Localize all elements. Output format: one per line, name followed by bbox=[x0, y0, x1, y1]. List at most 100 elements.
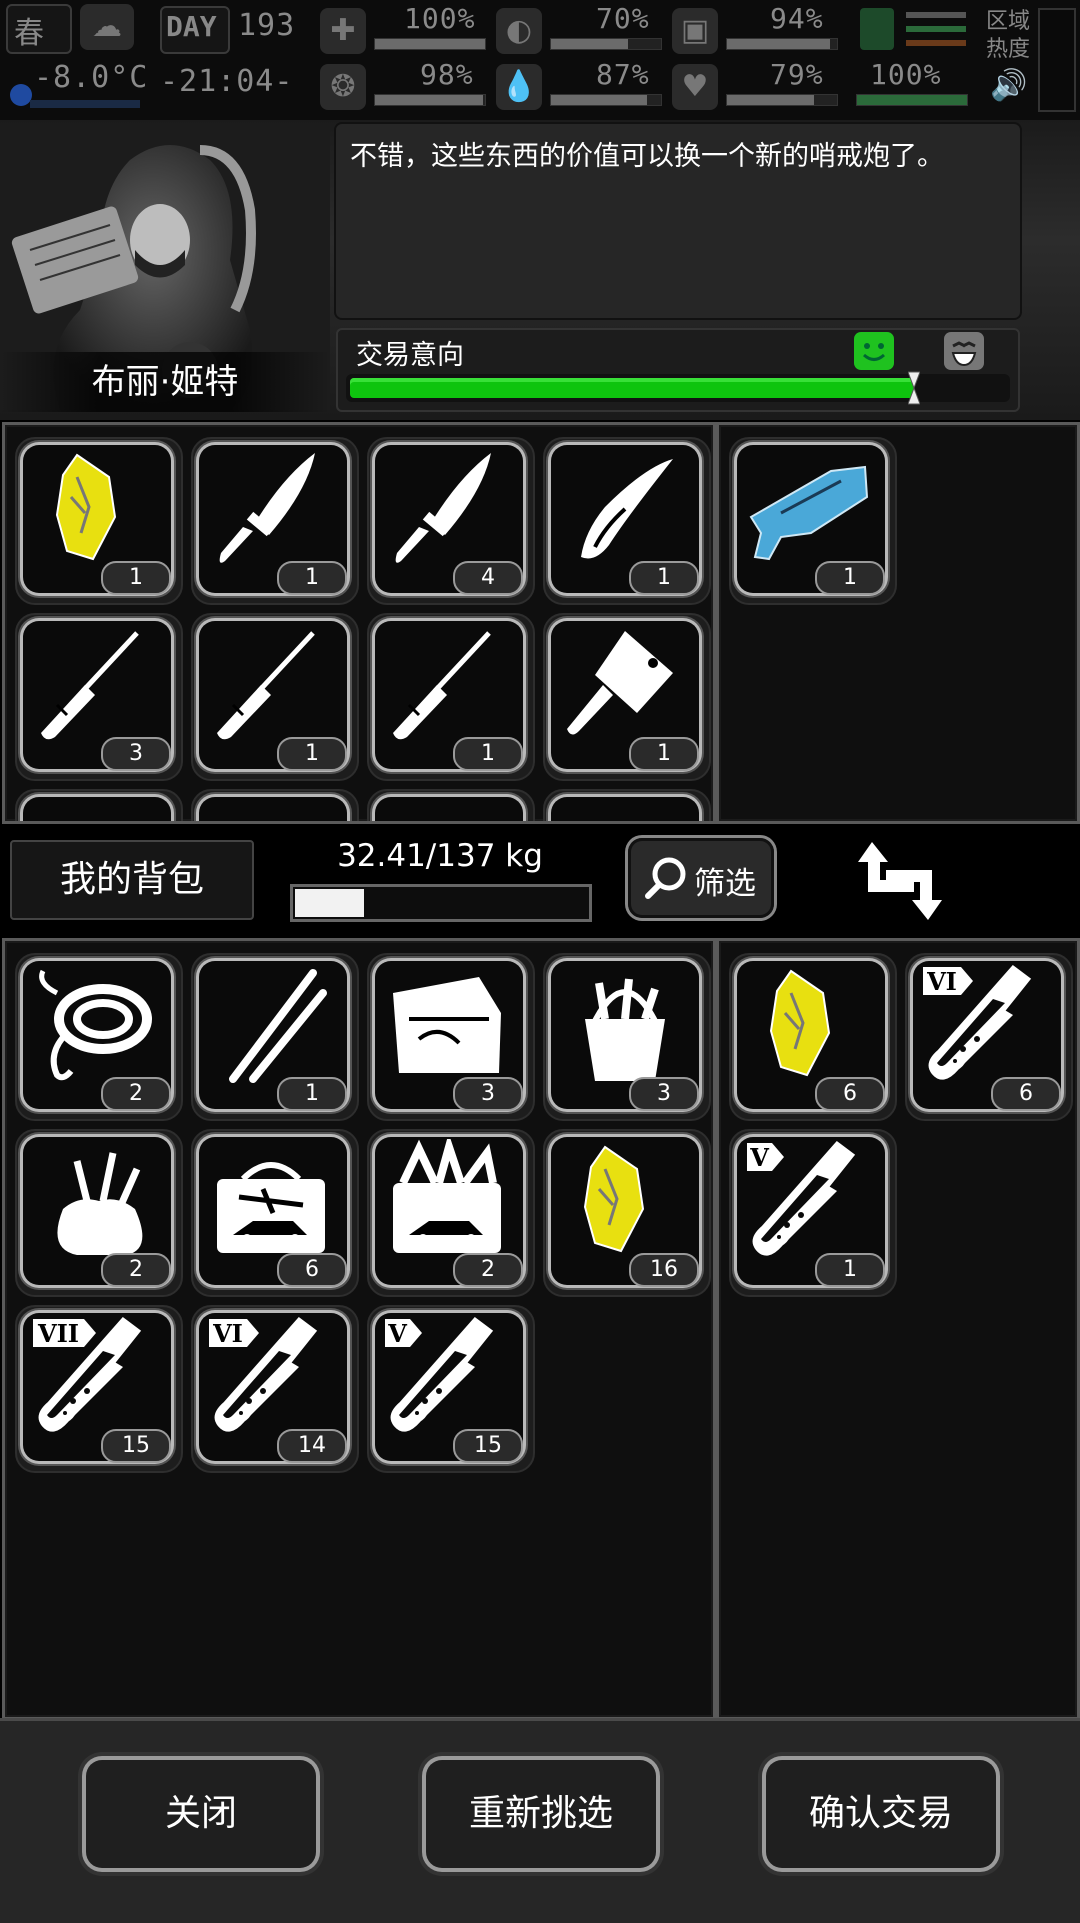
item-slot[interactable]: 3 bbox=[543, 953, 711, 1121]
day-box: DAY bbox=[160, 6, 230, 54]
item-slot[interactable]: 1 bbox=[15, 437, 183, 605]
stomach-bar bbox=[550, 38, 662, 50]
day-number: 193 bbox=[238, 8, 296, 43]
item-count: 1 bbox=[815, 1253, 885, 1287]
item-slot[interactable]: VI 6 bbox=[905, 953, 1073, 1121]
item-count: 2 bbox=[101, 1077, 171, 1111]
stamina-icon: ▣ bbox=[672, 8, 718, 54]
tier-vi-label: VI bbox=[209, 1319, 259, 1348]
item-count: 1 bbox=[629, 737, 699, 771]
boot-icon bbox=[860, 8, 894, 50]
item-slot[interactable]: 6 bbox=[191, 1129, 359, 1297]
item-slot-partial[interactable] bbox=[191, 789, 359, 821]
trader-offer-panel[interactable]: 1 bbox=[716, 422, 1080, 824]
gold-nugget-icon bbox=[769, 969, 831, 1077]
stomach-icon: ◐ bbox=[496, 8, 542, 54]
item-slot[interactable]: 3 bbox=[15, 613, 183, 781]
item-slot[interactable]: 2 bbox=[367, 1129, 535, 1297]
tool-sack-icon bbox=[57, 1152, 143, 1255]
item-slot[interactable]: 2 bbox=[15, 1129, 183, 1297]
zone-heat-label: 区域 热度 bbox=[986, 9, 1031, 62]
close-button[interactable]: 关闭 bbox=[86, 1760, 316, 1868]
leg-value: 100% bbox=[870, 58, 942, 91]
item-slot[interactable]: 1 bbox=[543, 437, 711, 605]
swap-arrows-icon[interactable] bbox=[856, 836, 944, 926]
cleaver-icon bbox=[567, 631, 673, 735]
sentry-gun-icon bbox=[749, 465, 869, 561]
trade-intent-bar bbox=[346, 371, 1010, 405]
combat-knife-icon bbox=[219, 453, 315, 563]
item-count: 1 bbox=[277, 561, 347, 595]
brain-value: 98% bbox=[420, 58, 474, 91]
bag-inventory-panel[interactable]: 2 1 3 3 2 6 2 16 VII 15 VI 14 V 15 bbox=[2, 938, 716, 1720]
signal-line-gray bbox=[906, 12, 966, 18]
season-label: 春 bbox=[14, 16, 44, 51]
reselect-button[interactable]: 重新挑选 bbox=[426, 1760, 656, 1868]
item-slot[interactable]: 16 bbox=[543, 1129, 711, 1297]
item-slot-partial[interactable] bbox=[367, 789, 535, 821]
water-value: 87% bbox=[596, 58, 650, 91]
clock-time: -21:04- bbox=[160, 64, 294, 99]
trader-inventory-panel[interactable]: 1 1 4 1 3 1 1 1 bbox=[2, 422, 716, 824]
item-slot[interactable]: V 15 bbox=[367, 1305, 535, 1473]
bag-offer-panel[interactable]: 6 VI 6 V 1 bbox=[716, 938, 1080, 1720]
temperature-bar bbox=[30, 100, 140, 108]
test-tube-icon: VII bbox=[33, 1316, 142, 1432]
happy-face-icon bbox=[854, 332, 894, 370]
item-slot-frame bbox=[375, 797, 523, 821]
screwdriver-icon bbox=[41, 631, 139, 740]
item-slot[interactable]: 3 bbox=[367, 953, 535, 1121]
item-slot[interactable]: 1 bbox=[729, 437, 897, 605]
speaker-icon[interactable]: 🔊 bbox=[990, 68, 1027, 103]
zone-heat-meter bbox=[1038, 8, 1076, 112]
item-slot[interactable]: 6 bbox=[729, 953, 897, 1121]
item-count: 1 bbox=[629, 561, 699, 595]
item-slot[interactable]: 1 bbox=[191, 953, 359, 1121]
item-slot-partial[interactable] bbox=[543, 789, 711, 821]
folding-knife-icon bbox=[581, 459, 673, 559]
svg-text:VI: VI bbox=[926, 967, 957, 996]
tier-v-label: V bbox=[747, 1143, 784, 1172]
screwdriver-icon bbox=[393, 631, 491, 740]
day-label: DAY bbox=[166, 10, 217, 43]
test-tube-icon: VI bbox=[923, 964, 1032, 1080]
item-slot[interactable]: 1 bbox=[367, 613, 535, 781]
test-tube-icon: VI bbox=[209, 1316, 318, 1432]
item-count: 1 bbox=[101, 561, 171, 595]
item-slot[interactable]: 1 bbox=[543, 613, 711, 781]
item-slot[interactable]: V1 bbox=[729, 1129, 897, 1297]
item-slot-frame bbox=[551, 797, 699, 821]
thermometer-icon bbox=[10, 84, 32, 106]
car-toolbox-icon bbox=[217, 1162, 325, 1253]
npc-name: 布丽·姬特 bbox=[0, 352, 330, 412]
leg-bar bbox=[856, 94, 968, 106]
item-slot[interactable]: VII 15 bbox=[15, 1305, 183, 1473]
filter-label: 筛选 bbox=[694, 866, 756, 902]
item-slot[interactable]: 1 bbox=[191, 437, 359, 605]
test-tube-icon: V bbox=[385, 1316, 494, 1432]
filter-button[interactable]: 筛选 bbox=[628, 838, 774, 918]
item-count: 3 bbox=[629, 1077, 699, 1111]
item-count: 6 bbox=[815, 1077, 885, 1111]
item-slot-partial[interactable] bbox=[15, 789, 183, 821]
item-count: 4 bbox=[453, 561, 523, 595]
item-slot[interactable]: 2 bbox=[15, 953, 183, 1121]
npc-dialog-box: 不错，这些东西的价值可以换一个新的哨戒炮了。 bbox=[336, 124, 1020, 318]
item-slot[interactable]: VI 14 bbox=[191, 1305, 359, 1473]
health-value: 100% bbox=[404, 2, 476, 35]
combat-knife-icon bbox=[395, 453, 491, 563]
gold-nugget-icon bbox=[55, 453, 117, 561]
item-slot[interactable]: 1 bbox=[191, 613, 359, 781]
bag-weight-bar bbox=[290, 884, 592, 922]
water-drop-icon: 💧 bbox=[496, 64, 542, 110]
mood-value: 79% bbox=[770, 58, 824, 91]
item-slot[interactable]: 4 bbox=[367, 437, 535, 605]
test-tube-icon: V bbox=[747, 1140, 856, 1256]
item-count: 1 bbox=[277, 1077, 347, 1111]
hourglass-marker-icon bbox=[908, 371, 920, 405]
npc-dialog-text: 不错，这些东西的价值可以换一个新的哨戒炮了。 bbox=[350, 141, 944, 172]
confirm-trade-button[interactable]: 确认交易 bbox=[766, 1760, 996, 1868]
signal-line-green bbox=[906, 26, 966, 32]
trade-intent-fill bbox=[350, 378, 914, 398]
item-count: 2 bbox=[101, 1253, 171, 1287]
